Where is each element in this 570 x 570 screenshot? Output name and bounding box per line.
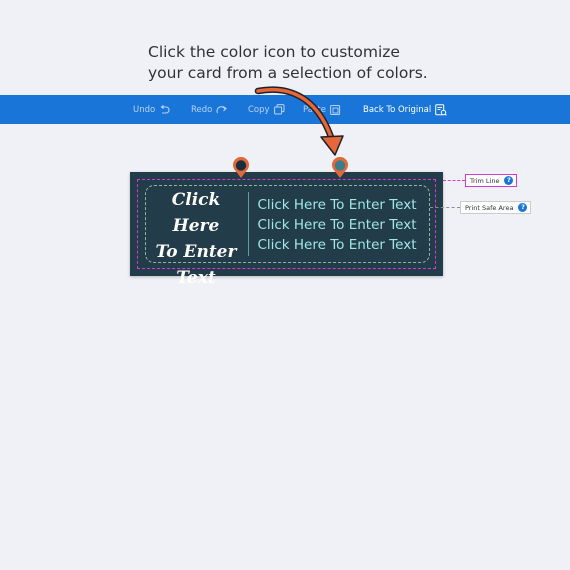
card-divider: [248, 192, 249, 256]
business-card-preview: Click Here To Enter Text Click Here To E…: [130, 172, 443, 288]
curved-arrow: [254, 86, 344, 156]
help-icon[interactable]: ?: [504, 176, 514, 185]
text-color-pin[interactable]: [331, 157, 349, 179]
undo-label: Undo: [133, 104, 156, 115]
print-safe-area-text: Print Safe Area: [465, 203, 514, 212]
paste-label: Paste: [303, 104, 326, 115]
editor-toolbar: Undo Redo Copy Paste Back To Original: [0, 95, 570, 124]
instruction-line-2: your card from a selection of colors.: [148, 64, 428, 82]
paste-icon: [330, 105, 341, 115]
paste-button[interactable]: Paste: [303, 95, 341, 124]
help-icon[interactable]: ?: [518, 203, 528, 212]
script-line-1: Click Here: [171, 190, 221, 236]
copy-button[interactable]: Copy: [248, 95, 285, 124]
copy-label: Copy: [248, 104, 270, 115]
print-safe-area-label: Print Safe Area ?: [460, 201, 532, 214]
script-line-2: To Enter: [155, 242, 237, 262]
color-pin-icon: [233, 157, 249, 178]
script-line-3: Text: [176, 268, 216, 288]
background-color-pin[interactable]: [232, 157, 250, 179]
redo-label: Redo: [191, 104, 213, 115]
instruction-text: Click the color icon to customize your c…: [148, 42, 428, 84]
copy-icon: [273, 104, 285, 115]
redo-icon: [216, 105, 228, 113]
card-text-line-3[interactable]: Click Here To Enter Text: [252, 236, 422, 254]
print-safe-area-pointer: [430, 207, 460, 208]
back-to-original-icon: [435, 103, 448, 116]
undo-button[interactable]: Undo: [133, 95, 170, 124]
redo-button[interactable]: Redo: [191, 95, 228, 124]
card-text-line-1[interactable]: Click Here To Enter Text: [252, 196, 422, 214]
trim-line-text: Trim Line: [470, 176, 500, 185]
instruction-line-1: Click the color icon to customize: [148, 43, 400, 61]
back-to-original-button[interactable]: Back To Original: [363, 95, 448, 124]
color-pin-icon: [332, 157, 348, 178]
card-text-line-2[interactable]: Click Here To Enter Text: [252, 216, 422, 234]
undo-icon: [160, 104, 170, 114]
card-script-text[interactable]: Click Here To Enter Text: [146, 187, 246, 291]
trim-line-pointer: [443, 180, 465, 181]
back-to-original-label: Back To Original: [363, 104, 432, 115]
trim-line-label: Trim Line ?: [465, 174, 518, 187]
